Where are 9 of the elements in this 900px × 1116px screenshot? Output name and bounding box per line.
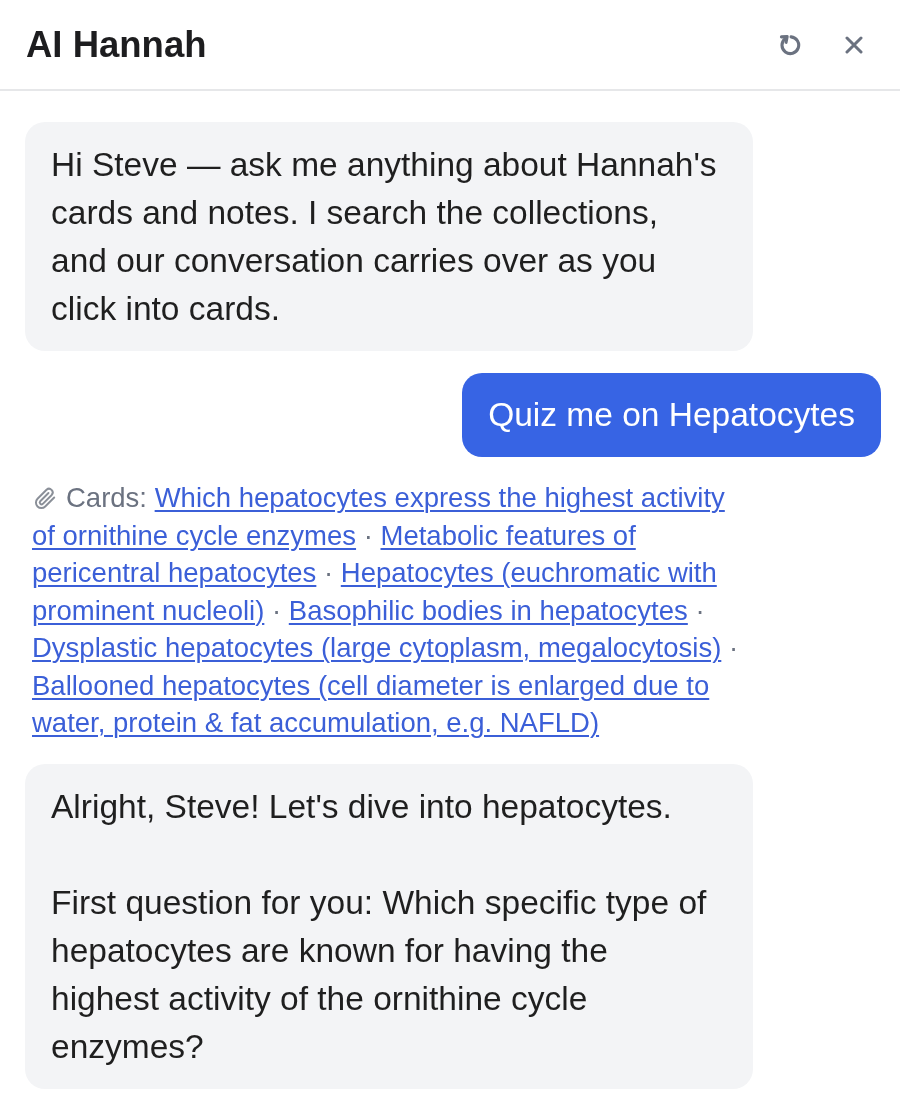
user-message-bubble: Quiz me on Hepatocytes	[462, 373, 881, 457]
message-text: Alright, Steve! Let's dive into hepatocytes.	[51, 786, 673, 827]
card-links-text[interactable]: Cards: Which hepatocytes express the highest activity of ornithine cycle enzymes · Metabolic features of pericentral hepatocytes · Hepatocytes (euchromatic with prominent nucleoli) · Basophilic bodies in hepatocytes · Dysplastic hepatocytes (large cytoplasm, megalocytosis) · Ballooned hepatocytes (cell diameter is enlarged due to water, protein & fat accumulation, e.g. NAFLD)	[32, 479, 754, 742]
circular-arrow-icon	[779, 33, 801, 56]
message-text: First question for you: Which specific type of hepatocytes are known for having the highest activity of the ornithine cycle enzymes?	[51, 882, 708, 1067]
paperclip-icon	[32, 485, 58, 511]
message-text: Hi Steve — ask me anything about Hannah's cards and notes. I search the collections, and our conversation carries over as you click into cards.	[51, 145, 718, 329]
close-icon	[845, 35, 863, 54]
panel-title: AI Hannah	[26, 23, 208, 66]
